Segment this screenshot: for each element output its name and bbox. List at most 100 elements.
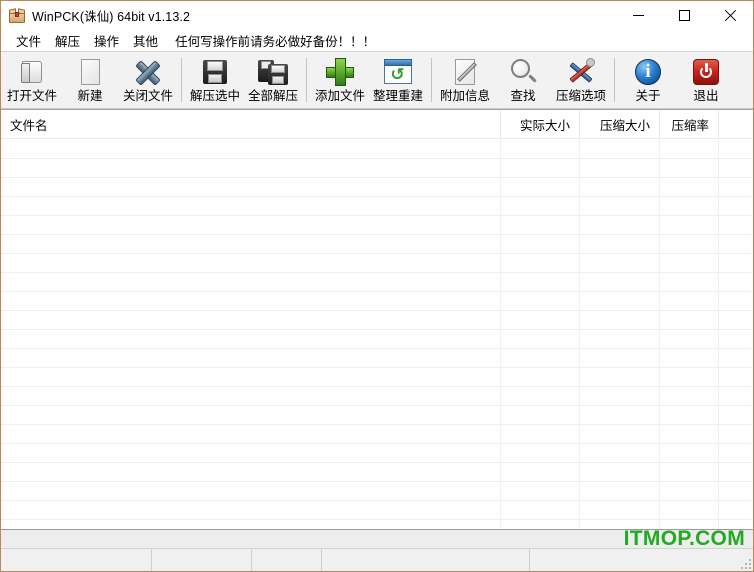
toolbar-label-search: 查找 <box>510 89 536 103</box>
minimize-icon <box>632 15 644 16</box>
column-header-actual-size[interactable]: 实际大小 <box>501 110 580 139</box>
table-cell-name <box>1 349 501 368</box>
table-row[interactable] <box>1 406 753 425</box>
table-cell-tail <box>719 425 753 444</box>
table-row[interactable] <box>1 273 753 292</box>
close-button[interactable] <box>707 2 753 30</box>
table-cell-size <box>501 482 580 501</box>
toolbar-button-close-file[interactable]: 关闭文件 <box>119 52 177 108</box>
table-row[interactable] <box>1 463 753 482</box>
minimize-button[interactable] <box>615 2 661 30</box>
table-row[interactable] <box>1 140 753 159</box>
toolbar-button-about[interactable]: i 关于 <box>619 52 677 108</box>
toolbar-button-new[interactable]: 新建 <box>61 52 119 108</box>
table-cell-name <box>1 254 501 273</box>
toolbar-button-open-file[interactable]: 打开文件 <box>3 52 61 108</box>
table-row[interactable] <box>1 368 753 387</box>
table-cell-name <box>1 387 501 406</box>
table-cell-tail <box>719 292 753 311</box>
table-cell-ratio <box>660 368 719 387</box>
table-cell-tail <box>719 159 753 178</box>
green-plus-icon <box>324 56 356 88</box>
table-cell-tail <box>719 216 753 235</box>
info-icon: i <box>632 56 664 88</box>
table-cell-size <box>501 425 580 444</box>
menu-item-file[interactable]: 文件 <box>9 29 48 52</box>
table-cell-csize <box>580 368 660 387</box>
status-panel-5 <box>530 549 753 571</box>
maximize-icon <box>678 10 690 21</box>
table-cell-size <box>501 140 580 159</box>
toolbar-separator <box>431 58 432 102</box>
table-row[interactable] <box>1 197 753 216</box>
table-cell-size <box>501 292 580 311</box>
table-cell-ratio <box>660 178 719 197</box>
table-row[interactable] <box>1 178 753 197</box>
toolbar-label-extract-selected: 解压选中 <box>189 89 240 103</box>
table-row[interactable] <box>1 216 753 235</box>
maximize-button[interactable] <box>661 2 707 30</box>
menu-bar: 文件 解压 操作 其他 任何写操作前请务必做好备份！！！ <box>1 30 753 51</box>
table-cell-name <box>1 368 501 387</box>
table-cell-tail <box>719 444 753 463</box>
table-cell-tail <box>719 387 753 406</box>
toolbar-button-search[interactable]: 查找 <box>494 52 552 108</box>
toolbar-button-compress-options[interactable]: 压缩选项 <box>552 52 610 108</box>
table-cell-name <box>1 501 501 520</box>
table-cell-name <box>1 197 501 216</box>
floppy-save-icon <box>199 56 231 88</box>
table-cell-size <box>501 216 580 235</box>
toolbar-label-extra-info: 附加信息 <box>439 89 490 103</box>
table-cell-tail <box>719 463 753 482</box>
table-row[interactable] <box>1 387 753 406</box>
column-header-filename[interactable]: 文件名 <box>1 110 501 139</box>
table-cell-csize <box>580 425 660 444</box>
table-cell-ratio <box>660 216 719 235</box>
table-cell-csize <box>580 235 660 254</box>
table-cell-ratio <box>660 387 719 406</box>
table-row[interactable] <box>1 311 753 330</box>
toolbar-button-extract-selected[interactable]: 解压选中 <box>186 52 244 108</box>
table-cell-csize <box>580 406 660 425</box>
column-header-ratio[interactable]: 压缩率 <box>660 110 719 139</box>
resize-grip-icon[interactable] <box>739 557 751 569</box>
table-cell-size <box>501 349 580 368</box>
toolbar-button-rebuild[interactable]: ↺ 整理重建 <box>369 52 427 108</box>
table-cell-name <box>1 311 501 330</box>
table-row[interactable] <box>1 254 753 273</box>
table-row[interactable] <box>1 349 753 368</box>
table-row[interactable] <box>1 501 753 520</box>
toolbar-label-close-file: 关闭文件 <box>122 89 173 103</box>
menu-item-extract[interactable]: 解压 <box>48 29 87 52</box>
toolbar-button-extract-all[interactable]: 全部解压 <box>244 52 302 108</box>
table-cell-ratio <box>660 406 719 425</box>
table-cell-ratio <box>660 425 719 444</box>
table-cell-size <box>501 311 580 330</box>
floppy-save-all-icon <box>257 56 289 88</box>
menu-item-operation[interactable]: 操作 <box>87 29 126 52</box>
table-cell-tail <box>719 330 753 349</box>
table-cell-csize <box>580 311 660 330</box>
table-row[interactable] <box>1 292 753 311</box>
toolbar-button-extra-info[interactable]: 附加信息 <box>436 52 494 108</box>
table-cell-name <box>1 273 501 292</box>
table-cell-ratio <box>660 197 719 216</box>
table-row[interactable] <box>1 235 753 254</box>
table-cell-ratio <box>660 501 719 520</box>
table-cell-name <box>1 444 501 463</box>
file-list: 文件名 实际大小 压缩大小 压缩率 <box>1 109 753 529</box>
table-row[interactable] <box>1 444 753 463</box>
column-header-compressed-size[interactable]: 压缩大小 <box>580 110 660 139</box>
file-list-rows[interactable] <box>1 140 753 529</box>
table-cell-csize <box>580 330 660 349</box>
toolbar-separator <box>181 58 182 102</box>
table-row[interactable] <box>1 159 753 178</box>
table-cell-tail <box>719 311 753 330</box>
table-cell-tail <box>719 235 753 254</box>
menu-item-other[interactable]: 其他 <box>126 29 165 52</box>
table-row[interactable] <box>1 482 753 501</box>
toolbar-button-exit[interactable]: 退出 <box>677 52 735 108</box>
toolbar-button-add-file[interactable]: 添加文件 <box>311 52 369 108</box>
table-row[interactable] <box>1 425 753 444</box>
table-row[interactable] <box>1 330 753 349</box>
